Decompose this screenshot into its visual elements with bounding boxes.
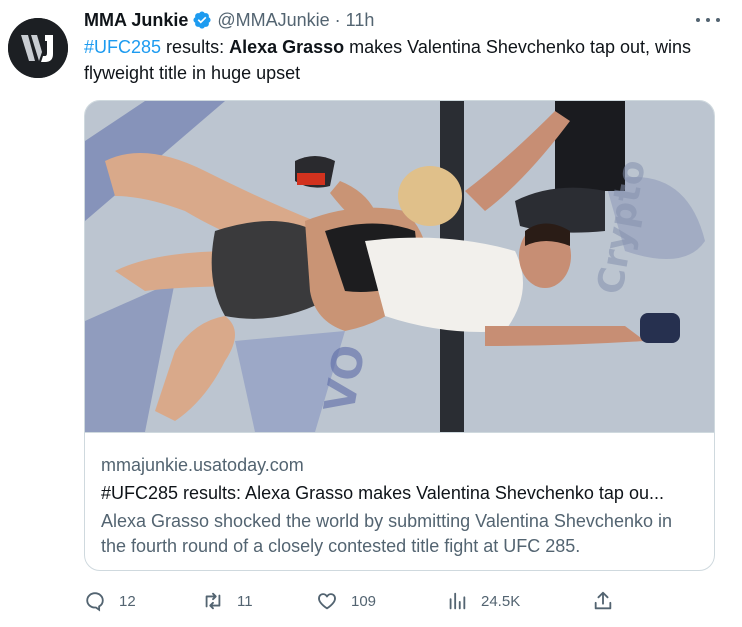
card-title: #UFC285 results: Alexa Grasso makes Vale… (101, 483, 664, 503)
like-button[interactable]: 109 (316, 588, 376, 614)
tweet-text: #UFC285 results: Alexa Grasso makes Vale… (84, 34, 714, 86)
heart-icon (318, 593, 336, 610)
retweet-icon (205, 592, 221, 610)
tweet-text-part: results: (161, 37, 230, 57)
timestamp[interactable]: 11h (346, 10, 375, 31)
tweet[interactable]: MMA Junkie @MMAJunkie · 11h #UFC285 resu… (0, 0, 742, 627)
views-button[interactable]: 24.5K (446, 588, 520, 614)
card-divider (85, 432, 714, 433)
card-image[interactable]: Crypto VO (85, 101, 715, 432)
tweet-text-bold: Alexa Grasso (229, 37, 345, 57)
avatar[interactable] (8, 18, 68, 78)
tweet-actions: 12 11 109 24.5K (84, 588, 624, 614)
share-icon (594, 591, 612, 610)
tweet-header: MMA Junkie @MMAJunkie · 11h (84, 7, 712, 33)
display-name[interactable]: MMA Junkie (84, 10, 188, 31)
card-description: Alexa Grasso shocked the world by submit… (101, 511, 672, 556)
like-count: 109 (351, 592, 377, 610)
reply-count: 12 (119, 592, 136, 610)
share-button[interactable] (592, 588, 614, 614)
hashtag-link[interactable]: #UFC285 (84, 37, 161, 57)
retweet-count: 11 (237, 592, 253, 610)
verified-badge-icon (193, 11, 211, 29)
retweet-button[interactable]: 11 (202, 588, 253, 614)
separator-dot: · (334, 9, 341, 30)
views-chart-icon (449, 592, 466, 610)
reply-icon (86, 592, 104, 612)
card-domain: mmajunkie.usatoday.com (101, 455, 304, 475)
reply-button[interactable]: 12 (84, 588, 136, 614)
more-options-icon[interactable] (696, 10, 720, 30)
handle[interactable]: @MMAJunkie (217, 10, 329, 31)
mma-junkie-logo-icon (8, 18, 68, 78)
views-count: 24.5K (481, 592, 521, 610)
link-card[interactable]: Crypto VO mmajunkie.usatoday.com #UFC285… (84, 100, 715, 571)
